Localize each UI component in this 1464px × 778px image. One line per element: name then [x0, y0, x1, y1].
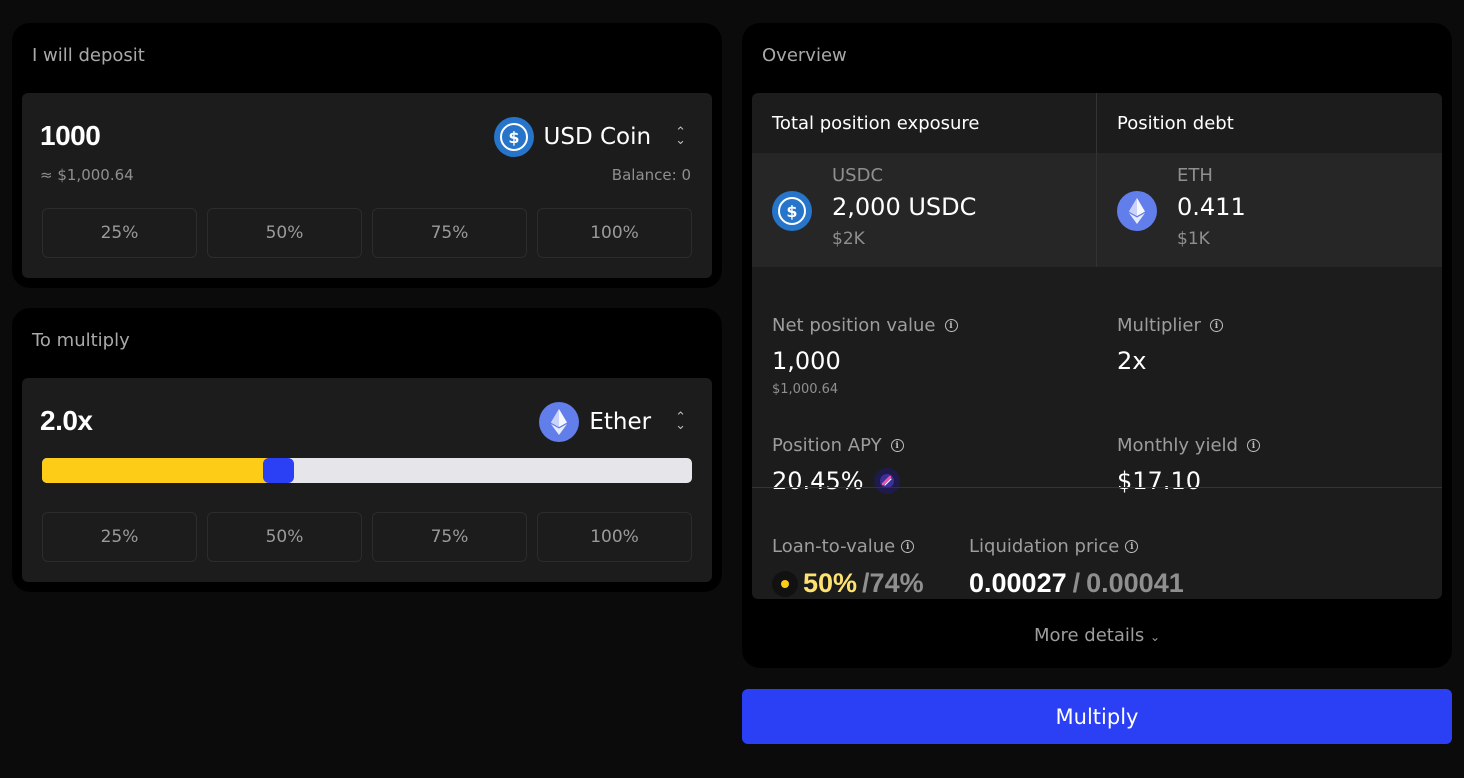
debt-usd: $1K [1177, 229, 1210, 249]
section-divider [752, 487, 1442, 488]
liquidation-separator: / [1072, 568, 1081, 598]
multiply-25-button[interactable]: 25% [42, 512, 197, 562]
multiply-card: To multiply 2.0x Ether ⌃ ⌄ 25% 50% 75% 10… [12, 308, 722, 592]
usdc-icon: $ [493, 117, 534, 157]
borrow-token-label: Ether [589, 409, 652, 435]
info-icon[interactable]: i [1125, 540, 1139, 553]
deposit-percent-buttons: 25% 50% 75% 100% [42, 208, 692, 258]
info-icon[interactable]: i [890, 439, 904, 452]
exposure-symbol: USDC [832, 165, 884, 186]
usdc-icon: $ [772, 191, 812, 231]
debt-amount: 0.411 [1177, 193, 1246, 221]
multiplier-value: 2.0x [40, 405, 93, 436]
liquidation-value: 0.00027 / 0.00041 [969, 568, 1184, 599]
chevron-up-down-icon: ⌃ ⌄ [675, 410, 686, 433]
overview-card: Overview Total position exposure Positio… [742, 23, 1452, 668]
info-icon[interactable]: i [944, 319, 958, 332]
eth-icon [539, 402, 580, 442]
debt-symbol: ETH [1177, 165, 1213, 186]
svg-text:$: $ [508, 128, 519, 147]
exposure-amount: 2,000 USDC [832, 193, 977, 221]
deposit-title: I will deposit [32, 45, 145, 66]
apy-value-row: 20.45% [772, 467, 900, 495]
chevron-down-icon: ⌄ [1149, 630, 1161, 644]
deposit-token-label: USD Coin [543, 124, 652, 150]
monthly-yield-label: Monthly yield i [1117, 435, 1260, 456]
multiply-button[interactable]: Multiply [742, 689, 1452, 744]
multiplier-slider[interactable] [42, 458, 692, 483]
chevron-up-down-icon: ⌃ ⌄ [675, 125, 686, 148]
ltv-label: Loan-to-value i [772, 536, 915, 557]
rewards-badge-icon[interactable] [873, 468, 900, 494]
multiply-50-button[interactable]: 50% [207, 512, 362, 562]
apy-label: Position APY i [772, 435, 904, 456]
svg-text:$: $ [786, 202, 797, 221]
more-details-toggle[interactable]: More details ⌄ [742, 625, 1452, 646]
info-icon[interactable]: i [901, 540, 915, 553]
more-details-label: More details [1033, 625, 1145, 646]
deposit-balance: Balance: 0 [611, 166, 691, 184]
exposure-header: Total position exposure [772, 112, 980, 134]
eth-icon [1117, 191, 1157, 231]
multiply-title: To multiply [32, 330, 130, 351]
deposit-usd-value: ≈ $1,000.64 [40, 166, 134, 184]
net-value-label: Net position value i [772, 315, 958, 336]
exposure-asset: $ USDC 2,000 USDC $2K [752, 153, 1096, 267]
deposit-75-button[interactable]: 75% [372, 208, 527, 258]
apy-value: 20.45% [772, 467, 864, 495]
deposit-input-panel: 1000 $ USD Coin ⌃ ⌄ ≈ $1,000.64 Balance: … [22, 93, 712, 278]
deposit-token-select[interactable]: $ USD Coin ⌃ ⌄ [493, 117, 686, 157]
ltv-status-icon [772, 570, 798, 597]
deposit-amount-input[interactable]: 1000 [40, 120, 101, 152]
overview-panel: Total position exposure Position debt $ … [752, 93, 1442, 599]
multiply-100-button[interactable]: 100% [537, 512, 692, 562]
multiplier-label: Multiplier i [1117, 315, 1223, 336]
liquidation-max: 0.00041 [1086, 568, 1184, 598]
ltv-value: 50% /74% [772, 568, 924, 599]
liquidation-label: Liquidation price i [969, 536, 1139, 557]
exposure-usd: $2K [832, 229, 865, 249]
liquidation-current: 0.00027 [969, 568, 1067, 598]
deposit-25-button[interactable]: 25% [42, 208, 197, 258]
column-divider [1096, 93, 1097, 267]
net-value-usd: $1,000.64 [772, 382, 839, 397]
multiply-panel: 2.0x Ether ⌃ ⌄ 25% 50% 75% 100% [22, 378, 712, 582]
deposit-card: I will deposit 1000 $ USD Coin ⌃ ⌄ ≈ $1,0… [12, 23, 722, 288]
deposit-100-button[interactable]: 100% [537, 208, 692, 258]
monthly-yield-value: $17.10 [1117, 467, 1201, 495]
info-icon[interactable]: i [1246, 439, 1260, 452]
debt-asset: ETH 0.411 $1K [1097, 153, 1442, 267]
multiplier-slider-handle[interactable] [263, 458, 294, 483]
deposit-50-button[interactable]: 50% [207, 208, 362, 258]
multiply-percent-buttons: 25% 50% 75% 100% [42, 512, 692, 562]
debt-header: Position debt [1117, 112, 1234, 134]
multiplier-slider-fill [42, 458, 273, 483]
multiplier-stat-value: 2x [1117, 347, 1147, 375]
overview-title: Overview [762, 45, 847, 66]
net-value: 1,000 [772, 347, 841, 375]
ltv-max: /74% [862, 568, 924, 598]
borrow-token-select[interactable]: Ether ⌃ ⌄ [539, 402, 686, 442]
info-icon[interactable]: i [1209, 319, 1223, 332]
multiply-75-button[interactable]: 75% [372, 512, 527, 562]
ltv-current: 50% [803, 568, 858, 598]
